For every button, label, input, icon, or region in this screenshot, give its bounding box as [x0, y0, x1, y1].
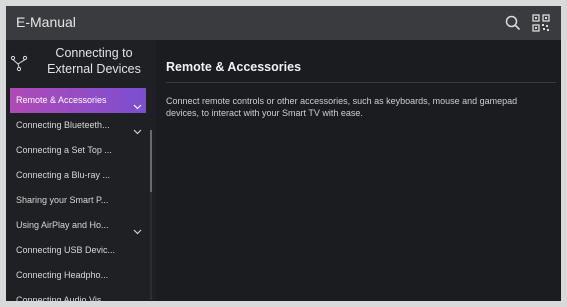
sidebar-item-label: Sharing your Smart P...	[16, 195, 109, 205]
content-divider	[166, 82, 556, 83]
sidebar-item-label: Remote & Accessories	[16, 95, 107, 105]
chevron-down-icon[interactable]	[133, 121, 142, 135]
sidebar-item[interactable]: Sharing your Smart P...	[10, 188, 146, 213]
app-title: E-Manual	[16, 14, 76, 30]
sidebar-item-label: Connecting a Blu-ray ...	[16, 170, 111, 180]
sidebar: Connecting to External Devices Remote & …	[6, 40, 156, 301]
sidebar-title-line2: External Devices	[47, 62, 141, 76]
content-pane: Remote & Accessories Connect remote cont…	[156, 40, 561, 301]
sidebar-item-label: Connecting Blueteeth...	[16, 120, 110, 130]
branch-connect-icon	[10, 54, 28, 72]
sidebar-item[interactable]: Connecting Blueteeth...	[10, 113, 146, 138]
sidebar-title: Connecting to External Devices	[34, 45, 154, 77]
e-manual-screen: E-Manual Connecting to External Devices …	[6, 6, 561, 301]
sidebar-item-label: Connecting USB Devic...	[16, 245, 116, 255]
content-body: Connect remote controls or other accesso…	[166, 96, 518, 118]
sidebar-item-label: Connecting a Set Top ...	[16, 145, 112, 155]
sidebar-item[interactable]: Using AirPlay and Ho...	[10, 213, 146, 238]
chevron-down-icon[interactable]	[133, 96, 142, 110]
search-icon[interactable]	[504, 14, 522, 32]
sidebar-scrollbar-thumb[interactable]	[150, 130, 152, 192]
chevron-down-icon[interactable]	[133, 221, 142, 235]
sidebar-item[interactable]: Connecting Audio Vis...	[10, 288, 146, 301]
sidebar-item[interactable]: Remote & Accessories	[10, 88, 146, 113]
qr-code-icon[interactable]	[532, 14, 550, 32]
sidebar-list: Remote & Accessories Connecting Blueteeth…	[10, 88, 146, 301]
sidebar-item[interactable]: Connecting Headpho...	[10, 263, 146, 288]
sidebar-item[interactable]: Connecting a Blu-ray ...	[10, 163, 146, 188]
top-bar: E-Manual	[6, 6, 561, 40]
sidebar-item[interactable]: Connecting USB Devic...	[10, 238, 146, 263]
sidebar-item[interactable]: Connecting a Set Top ...	[10, 138, 146, 163]
sidebar-header[interactable]: Connecting to External Devices	[6, 40, 156, 84]
sidebar-title-line1: Connecting to	[55, 46, 133, 60]
sidebar-item-label: Connecting Audio Vis...	[16, 295, 109, 301]
sidebar-item-label: Using AirPlay and Ho...	[16, 220, 109, 230]
sidebar-item-label: Connecting Headpho...	[16, 270, 109, 280]
content-title: Remote & Accessories	[166, 60, 302, 74]
